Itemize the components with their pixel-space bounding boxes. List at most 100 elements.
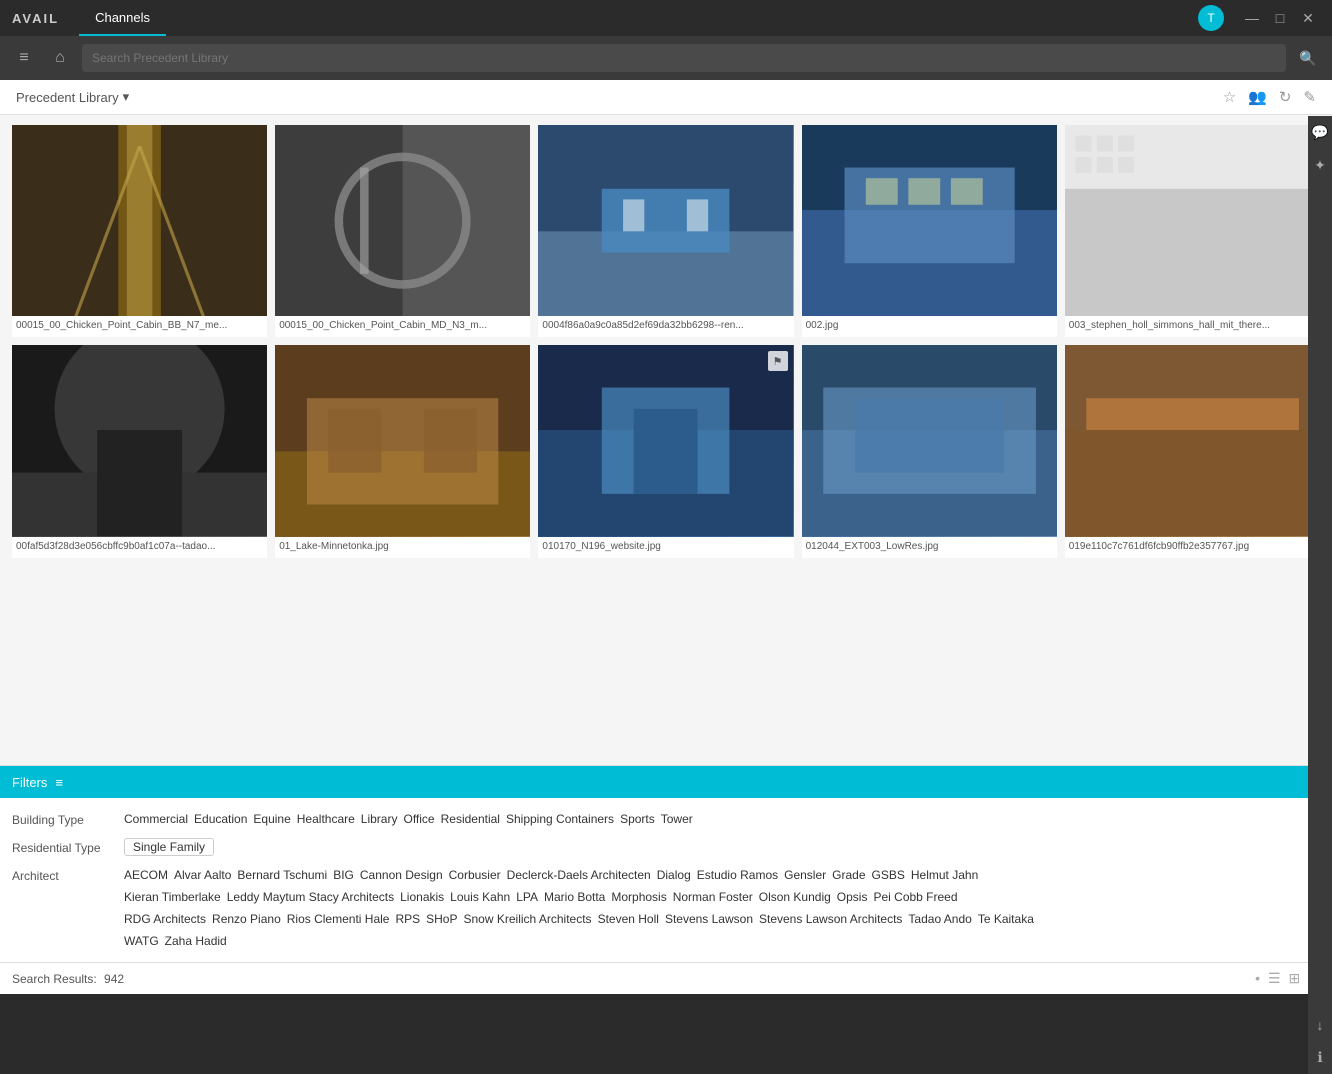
minimize-button[interactable]: — bbox=[1240, 6, 1264, 30]
filter-tag-cannon[interactable]: Cannon Design bbox=[360, 866, 443, 884]
chat-icon[interactable]: 💬 bbox=[1311, 124, 1328, 141]
filter-tag-norman[interactable]: Norman Foster bbox=[673, 888, 753, 906]
filter-tag-watg[interactable]: WATG bbox=[124, 932, 159, 950]
filter-tag-education[interactable]: Education bbox=[194, 810, 247, 828]
info-icon[interactable]: ℹ bbox=[1317, 1049, 1322, 1066]
image-thumb bbox=[275, 345, 530, 536]
filter-tag-estudio[interactable]: Estudio Ramos bbox=[697, 866, 778, 884]
people-icon[interactable]: 👥 bbox=[1248, 88, 1267, 106]
dropdown-icon[interactable]: ▾ bbox=[123, 89, 130, 105]
dot-icon[interactable]: • bbox=[1255, 970, 1260, 987]
edit-icon[interactable]: ✎ bbox=[1303, 88, 1316, 106]
search-icon[interactable]: 🔍 bbox=[1294, 44, 1322, 72]
image-thumb bbox=[12, 125, 267, 316]
filters-label: Filters bbox=[12, 775, 47, 790]
filter-tag-aecom[interactable]: AECOM bbox=[124, 866, 168, 884]
filter-tag-rdg[interactable]: RDG Architects bbox=[124, 910, 206, 928]
filter-tag-commercial[interactable]: Commercial bbox=[124, 810, 188, 828]
toolbar: ≡ ⌂ 🔍 bbox=[0, 36, 1332, 80]
list-item[interactable]: 00faf5d3f28d3e056cbffc9b0af1c07a--tadao.… bbox=[12, 345, 267, 557]
filter-tag-helmut[interactable]: Helmut Jahn bbox=[911, 866, 978, 884]
filename: 00015_00_Chicken_Point_Cabin_BB_N7_me... bbox=[12, 316, 267, 337]
filter-tag-dialog[interactable]: Dialog bbox=[657, 866, 691, 884]
close-button[interactable]: ✕ bbox=[1296, 6, 1320, 30]
filter-tag-residential[interactable]: Residential bbox=[441, 810, 500, 828]
avatar[interactable]: T bbox=[1198, 5, 1224, 31]
filter-tag-office[interactable]: Office bbox=[403, 810, 434, 828]
list-item[interactable]: 00015_00_Chicken_Point_Cabin_MD_N3_m... bbox=[275, 125, 530, 337]
breadcrumb: Precedent Library ▾ bbox=[16, 89, 129, 105]
filter-tag-tower[interactable]: Tower bbox=[661, 810, 693, 828]
filter-tag-library[interactable]: Library bbox=[361, 810, 398, 828]
statusbar: Search Results: 942 • ☰ ⊞ ⊟ bbox=[0, 962, 1332, 994]
filter-tag-mario[interactable]: Mario Botta bbox=[544, 888, 605, 906]
right-download-icon[interactable]: ↓ bbox=[1317, 1017, 1324, 1033]
filter-tag-corbusier[interactable]: Corbusier bbox=[449, 866, 501, 884]
filter-tag-lionakis[interactable]: Lionakis bbox=[400, 888, 444, 906]
app-logo: AVAIL bbox=[12, 11, 59, 26]
filename: 010170_N196_website.jpg bbox=[538, 537, 793, 558]
filter-tag-olson[interactable]: Olson Kundig bbox=[759, 888, 831, 906]
filename: 01_Lake-Minnetonka.jpg bbox=[275, 537, 530, 558]
architect-row: Architect AECOM Alvar Aalto Bernard Tsch… bbox=[12, 862, 1320, 954]
list-item[interactable]: 0004f86a0a9c0a85d2ef69da32bb6298--ren... bbox=[538, 125, 793, 337]
list-item[interactable]: 012044_EXT003_LowRes.jpg bbox=[802, 345, 1057, 557]
list-item[interactable]: 003_stephen_holl_simmons_hall_mit_there.… bbox=[1065, 125, 1320, 337]
filter-tag-sports[interactable]: Sports bbox=[620, 810, 655, 828]
filter-tag-stevens-lawson[interactable]: Stevens Lawson bbox=[665, 910, 753, 928]
filter-tag-lpa[interactable]: LPA bbox=[516, 888, 538, 906]
filter-tag-equine[interactable]: Equine bbox=[253, 810, 290, 828]
filter-tag-rps[interactable]: RPS bbox=[395, 910, 420, 928]
filter-tag-healthcare[interactable]: Healthcare bbox=[297, 810, 355, 828]
filter-tag-renzo[interactable]: Renzo Piano bbox=[212, 910, 281, 928]
filter-tag-pei[interactable]: Pei Cobb Freed bbox=[873, 888, 957, 906]
filter-tag-single-family[interactable]: Single Family bbox=[124, 838, 214, 856]
filter-tag-morphosis[interactable]: Morphosis bbox=[611, 888, 666, 906]
channels-tab[interactable]: Channels bbox=[79, 0, 166, 36]
filter-tag-grade[interactable]: Grade bbox=[832, 866, 865, 884]
filter-tag-gsbs[interactable]: GSBS bbox=[872, 866, 905, 884]
maximize-button[interactable]: □ bbox=[1268, 6, 1292, 30]
filter-tag-rios[interactable]: Rios Clementi Hale bbox=[287, 910, 390, 928]
star-icon[interactable]: ☆ bbox=[1223, 88, 1236, 106]
architect-tags-row2: Kieran Timberlake Leddy Maytum Stacy Arc… bbox=[124, 888, 958, 906]
list-item[interactable]: 002.jpg bbox=[802, 125, 1057, 337]
filter-tag-te-kaitaka[interactable]: Te Kaitaka bbox=[978, 910, 1034, 928]
filter-tag-shop[interactable]: SHoP bbox=[426, 910, 457, 928]
magic-icon[interactable]: ✦ bbox=[1314, 157, 1326, 174]
filter-tag-steven-holl[interactable]: Steven Holl bbox=[598, 910, 659, 928]
flag-icon[interactable]: ⚑ bbox=[768, 351, 788, 371]
filter-tag-opsis[interactable]: Opsis bbox=[837, 888, 868, 906]
filter-tag-big[interactable]: BIG bbox=[333, 866, 354, 884]
filter-tag-declerck[interactable]: Declerck-Daels Architecten bbox=[507, 866, 651, 884]
filter-lines-icon[interactable]: ≡ bbox=[55, 775, 63, 790]
filter-tag-stevens-lawson-arch[interactable]: Stevens Lawson Architects bbox=[759, 910, 902, 928]
filter-tag-shipping[interactable]: Shipping Containers bbox=[506, 810, 614, 828]
filter-tag-bernard[interactable]: Bernard Tschumi bbox=[237, 866, 327, 884]
filename: 012044_EXT003_LowRes.jpg bbox=[802, 537, 1057, 558]
list-item[interactable]: 00015_00_Chicken_Point_Cabin_BB_N7_me... bbox=[12, 125, 267, 337]
filter-tag-tadao[interactable]: Tadao Ando bbox=[908, 910, 971, 928]
image-thumb bbox=[1065, 345, 1320, 536]
filter-tag-kieran[interactable]: Kieran Timberlake bbox=[124, 888, 221, 906]
filename: 002.jpg bbox=[802, 316, 1057, 337]
list-item[interactable]: ⚑ 010170_N196_website.jpg bbox=[538, 345, 793, 557]
filter-tag-snow[interactable]: Snow Kreilich Architects bbox=[464, 910, 592, 928]
list-view-icon[interactable]: ☰ bbox=[1268, 970, 1281, 987]
filter-tag-louis[interactable]: Louis Kahn bbox=[450, 888, 510, 906]
home-icon[interactable]: ⌂ bbox=[46, 44, 74, 72]
refresh-icon[interactable]: ↻ bbox=[1279, 88, 1292, 106]
content-header: Precedent Library ▾ ☆ 👥 ↻ ✎ bbox=[0, 80, 1332, 115]
image-thumb bbox=[12, 345, 267, 536]
filter-tag-gensler[interactable]: Gensler bbox=[784, 866, 826, 884]
list-item[interactable]: 019e110c7c761df6fcb90ffb2e357767.jpg bbox=[1065, 345, 1320, 557]
filter-tag-leddy[interactable]: Leddy Maytum Stacy Architects bbox=[227, 888, 394, 906]
grid-view-icon[interactable]: ⊞ bbox=[1289, 970, 1301, 987]
residential-type-tags: Single Family bbox=[124, 838, 1320, 856]
list-item[interactable]: 01_Lake-Minnetonka.jpg bbox=[275, 345, 530, 557]
search-input[interactable] bbox=[82, 44, 1286, 72]
filter-tag-alvar[interactable]: Alvar Aalto bbox=[174, 866, 231, 884]
menu-icon[interactable]: ≡ bbox=[10, 44, 38, 72]
image-thumb bbox=[802, 345, 1057, 536]
filter-tag-zaha[interactable]: Zaha Hadid bbox=[165, 932, 227, 950]
